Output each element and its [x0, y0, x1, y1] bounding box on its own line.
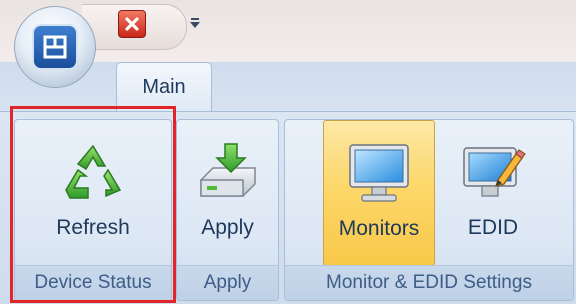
group-monitor-edid-settings: Monitors EDID Monitor & EDID Settings — [284, 119, 574, 301]
tab-main[interactable]: Main — [116, 62, 212, 112]
monitors-button[interactable]: Monitors — [323, 120, 435, 266]
refresh-label: Refresh — [56, 216, 130, 239]
customize-qat-icon[interactable] — [188, 18, 202, 38]
close-icon[interactable] — [118, 10, 146, 38]
group-label-apply: Apply — [177, 265, 278, 300]
edid-button[interactable]: EDID — [443, 120, 543, 266]
group-label-device-status: Device Status — [15, 265, 171, 300]
app-menu-button[interactable] — [14, 6, 96, 88]
apply-button[interactable]: Apply — [177, 120, 278, 266]
monitor-pencil-icon — [457, 138, 529, 208]
app-logo-icon — [32, 24, 78, 70]
group-label-monitor-edid-settings: Monitor & EDID Settings — [285, 265, 573, 300]
edid-label: EDID — [467, 216, 519, 239]
drive-download-icon — [192, 138, 264, 208]
monitors-label: Monitors — [338, 217, 420, 240]
apply-label: Apply — [201, 216, 254, 239]
group-device-status: Refresh Device Status — [14, 119, 172, 301]
refresh-button[interactable]: Refresh — [15, 120, 171, 266]
recycle-icon — [57, 138, 129, 208]
group-apply: Apply Apply — [176, 119, 279, 301]
monitor-icon — [343, 139, 415, 209]
